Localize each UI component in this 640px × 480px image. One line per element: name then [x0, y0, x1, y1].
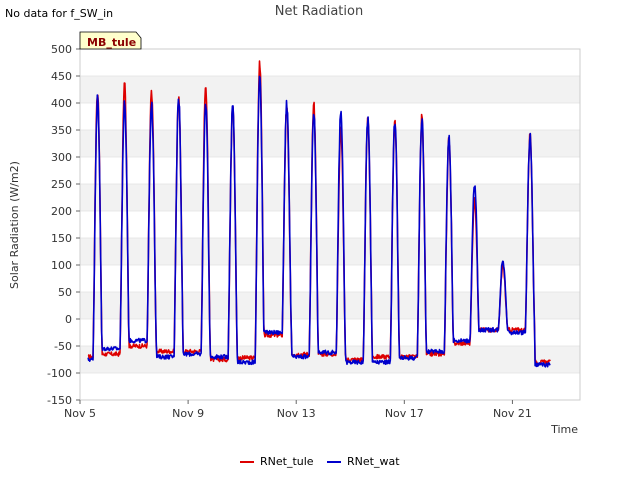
y-tick-label: 0	[65, 313, 72, 326]
x-tick-label: Nov 9	[172, 407, 204, 420]
y-tick-label: 400	[51, 97, 72, 110]
series-line-wat	[87, 75, 551, 368]
grid-band	[80, 346, 580, 373]
y-tick-label: -50	[54, 340, 72, 353]
x-axis-label: Time	[550, 423, 578, 436]
y-tick-label: -150	[47, 394, 72, 407]
y-tick-label: 200	[51, 205, 72, 218]
net-radiation-chart: -150 -100 -50 0 50 100 150 200 250 300 350 400 450 50…	[8, 4, 581, 468]
x-tick-label: Nov 17	[385, 407, 424, 420]
y-tick-label: 300	[51, 151, 72, 164]
series-lines	[87, 60, 551, 368]
x-tick-label: Nov 13	[277, 407, 316, 420]
y-tick-label: 500	[51, 43, 72, 56]
grid-band	[80, 130, 580, 157]
legend: RNet_tule RNet_wat	[240, 455, 400, 468]
y-axis-label: Solar Radiation (W/m2)	[8, 161, 21, 289]
site-badge: MB_tule	[79, 31, 142, 50]
x-tick-label: Nov 21	[493, 407, 532, 420]
y-tick-label: 50	[58, 286, 72, 299]
y-tick-label: 350	[51, 124, 72, 137]
y-tick-label: 250	[51, 178, 72, 191]
chart-title: Net Radiation	[275, 4, 363, 19]
y-tick-label: -100	[47, 367, 72, 380]
x-tick-label: Nov 5	[64, 407, 96, 420]
y-axis-ticks: -150 -100 -50 0 50 100 150 200 250 300 350 400 450 50…	[47, 43, 80, 407]
y-tick-label: 100	[51, 259, 72, 272]
site-badge-label: MB_tule	[87, 36, 136, 49]
y-tick-label: 150	[51, 232, 72, 245]
y-tick-label: 450	[51, 70, 72, 83]
legend-label-wat: RNet_wat	[347, 455, 400, 468]
x-axis-ticks: Nov 5 Nov 9 Nov 13 Nov 17 Nov 21	[64, 400, 532, 420]
legend-label-tule: RNet_tule	[260, 455, 314, 468]
grid-band	[80, 76, 580, 103]
